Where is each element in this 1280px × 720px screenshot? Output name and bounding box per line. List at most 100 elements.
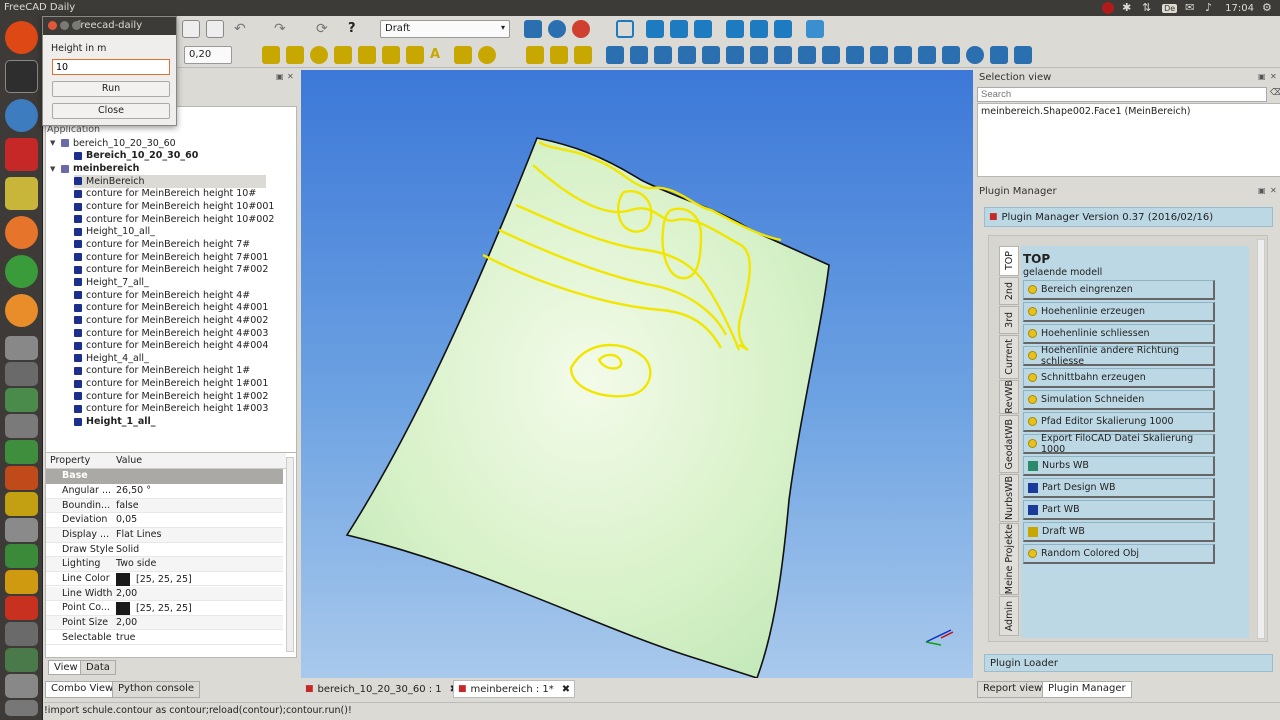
- circle-icon[interactable]: [310, 46, 328, 64]
- undo-icon[interactable]: ↶: [234, 20, 252, 38]
- tree-item[interactable]: conture for MeinBereich height 1#: [74, 365, 250, 378]
- expand-arrow-icon[interactable]: ▼: [50, 139, 58, 147]
- isometric-view-icon[interactable]: [616, 20, 634, 38]
- doc-tab-meinbereich[interactable]: ■ meinbereich : 1* ✖: [453, 680, 576, 698]
- property-row[interactable]: Lighting Two side: [46, 557, 283, 572]
- delete-point-icon[interactable]: [846, 46, 864, 64]
- app-icon-1[interactable]: [5, 336, 38, 360]
- blender-icon[interactable]: [5, 294, 38, 327]
- mirror-icon[interactable]: [1014, 46, 1032, 64]
- terminal-icon[interactable]: [5, 60, 38, 93]
- redo-icon[interactable]: ↷: [274, 20, 292, 38]
- plugin-item[interactable]: Part Design WB: [1023, 478, 1215, 498]
- copy-icon[interactable]: [182, 20, 200, 38]
- left-view-icon[interactable]: [774, 20, 792, 38]
- plugin-tab[interactable]: RevWB: [999, 380, 1019, 414]
- power-icon[interactable]: ⚙: [1262, 2, 1274, 14]
- trash-icon[interactable]: [5, 700, 38, 716]
- tab-combo-view[interactable]: Combo View: [45, 681, 120, 698]
- tab-data[interactable]: Data: [80, 660, 116, 675]
- plugin-tab[interactable]: TOP: [999, 246, 1019, 276]
- plugin-tab[interactable]: NurbsWB: [999, 474, 1019, 522]
- plugin-item[interactable]: Export FiloCAD Datei Skalierung 1000: [1023, 433, 1215, 455]
- plugin-item[interactable]: Schnittbahn erzeugen: [1023, 368, 1215, 388]
- property-row[interactable]: Boundin... false: [46, 498, 283, 514]
- bluetooth-icon[interactable]: ✱: [1122, 2, 1134, 14]
- arc-icon[interactable]: [334, 46, 352, 64]
- firefox-icon[interactable]: [5, 216, 38, 249]
- property-row[interactable]: Line Color [25, 25, 25]: [46, 572, 283, 587]
- tree-item[interactable]: conture for MeinBereich height 10#001: [74, 200, 274, 213]
- app-icon-7[interactable]: [5, 492, 38, 516]
- keyboard-layout[interactable]: De: [1162, 3, 1178, 13]
- property-value-cell[interactable]: Two side: [116, 558, 156, 569]
- property-value-cell[interactable]: 2,00: [116, 617, 137, 628]
- app-icon-14[interactable]: [5, 674, 38, 698]
- tree-item[interactable]: conture for MeinBereich height 4#003: [74, 327, 268, 340]
- front-view-icon[interactable]: [646, 20, 664, 38]
- dock-float-icon[interactable]: ▣: [1258, 72, 1266, 81]
- property-value-cell[interactable]: false: [116, 500, 139, 511]
- terrain-surface[interactable]: [345, 137, 830, 679]
- property-value-cell[interactable]: [25, 25, 25]: [116, 602, 192, 616]
- property-value-cell[interactable]: 2,00: [116, 588, 137, 599]
- tree-item[interactable]: conture for MeinBereich height 4#002: [74, 314, 268, 327]
- app-icon-10[interactable]: [5, 570, 38, 594]
- plugin-tab[interactable]: Current: [999, 335, 1019, 379]
- expand-arrow-icon[interactable]: ▼: [50, 165, 58, 173]
- tree-item[interactable]: conture for MeinBereich height 1#003: [74, 403, 268, 416]
- downgrade-icon[interactable]: [726, 46, 744, 64]
- browser-icon[interactable]: [5, 99, 38, 132]
- spin-box[interactable]: 0,20: [184, 46, 232, 64]
- shape2dview-icon[interactable]: [870, 46, 888, 64]
- property-column-header[interactable]: Property: [50, 455, 90, 466]
- tree-item[interactable]: conture for MeinBereich height 7#001: [74, 251, 268, 264]
- property-row[interactable]: Deviation 0,05: [46, 513, 283, 528]
- paste-icon[interactable]: [206, 20, 224, 38]
- plugin-item[interactable]: Hoehenlinie andere Richtung schliesse: [1023, 345, 1215, 367]
- doc-tab-bereich[interactable]: ■ bereich_10_20_30_60 : 1 ✖: [301, 680, 462, 698]
- property-value-cell[interactable]: 0,05: [116, 514, 137, 525]
- clear-search-icon[interactable]: ⌫: [1270, 88, 1280, 98]
- tree-item[interactable]: conture for MeinBereich height 4#: [74, 289, 250, 302]
- drawing-icon[interactable]: [990, 46, 1008, 64]
- refresh-icon[interactable]: ⟳: [316, 20, 334, 38]
- app-icon-11[interactable]: [5, 596, 38, 620]
- terrain-canvas[interactable]: [301, 70, 973, 679]
- rear-view-icon[interactable]: [726, 20, 744, 38]
- tree-item[interactable]: Height_10_all_: [74, 226, 155, 239]
- fit-all-icon[interactable]: [524, 20, 542, 38]
- dock-float-icon[interactable]: ▣: [1258, 186, 1266, 195]
- property-scrollbar[interactable]: [286, 457, 294, 652]
- fit-selection-icon[interactable]: [548, 20, 566, 38]
- dimension-icon[interactable]: [454, 46, 472, 64]
- tree-item[interactable]: conture for MeinBereich height 10#: [74, 188, 256, 201]
- tree-item[interactable]: conture for MeinBereich height 4#001: [74, 301, 268, 314]
- property-row[interactable]: Point Co... [25, 25, 25]: [46, 601, 283, 616]
- tab-report-view[interactable]: Report view: [977, 681, 1049, 698]
- array-icon[interactable]: [918, 46, 936, 64]
- selection-search-input[interactable]: [977, 87, 1267, 102]
- app-icon-2[interactable]: [5, 362, 38, 386]
- property-value-cell[interactable]: 26,50 °: [116, 485, 151, 496]
- plugin-item[interactable]: Part WB: [1023, 500, 1215, 520]
- rectangle-icon[interactable]: [406, 46, 424, 64]
- property-row[interactable]: Angular ... 26,50 °: [46, 484, 283, 499]
- plugin-item[interactable]: Nurbs WB: [1023, 456, 1215, 476]
- trim-icon[interactable]: [678, 46, 696, 64]
- app-icon-4[interactable]: [5, 414, 38, 438]
- 3d-view[interactable]: [301, 70, 973, 679]
- property-row[interactable]: Selectable true: [46, 631, 283, 646]
- measure-icon[interactable]: [806, 20, 824, 38]
- ruler-icon[interactable]: [5, 177, 38, 210]
- polygon-icon[interactable]: [382, 46, 400, 64]
- tree-item[interactable]: Bereich_10_20_30_60: [74, 150, 198, 163]
- property-row[interactable]: Draw Style Solid: [46, 543, 283, 558]
- facebinder-icon[interactable]: [574, 46, 592, 64]
- volume-icon[interactable]: ♪: [1205, 2, 1217, 14]
- tree-item[interactable]: conture for MeinBereich height 10#002: [74, 213, 274, 226]
- plugin-item[interactable]: Simulation Schneiden: [1023, 390, 1215, 410]
- plugin-item[interactable]: Pfad Editor Skalierung 1000: [1023, 412, 1215, 432]
- tree-item[interactable]: conture for MeinBereich height 1#002: [74, 390, 268, 403]
- tab-python-console[interactable]: Python console: [112, 681, 201, 698]
